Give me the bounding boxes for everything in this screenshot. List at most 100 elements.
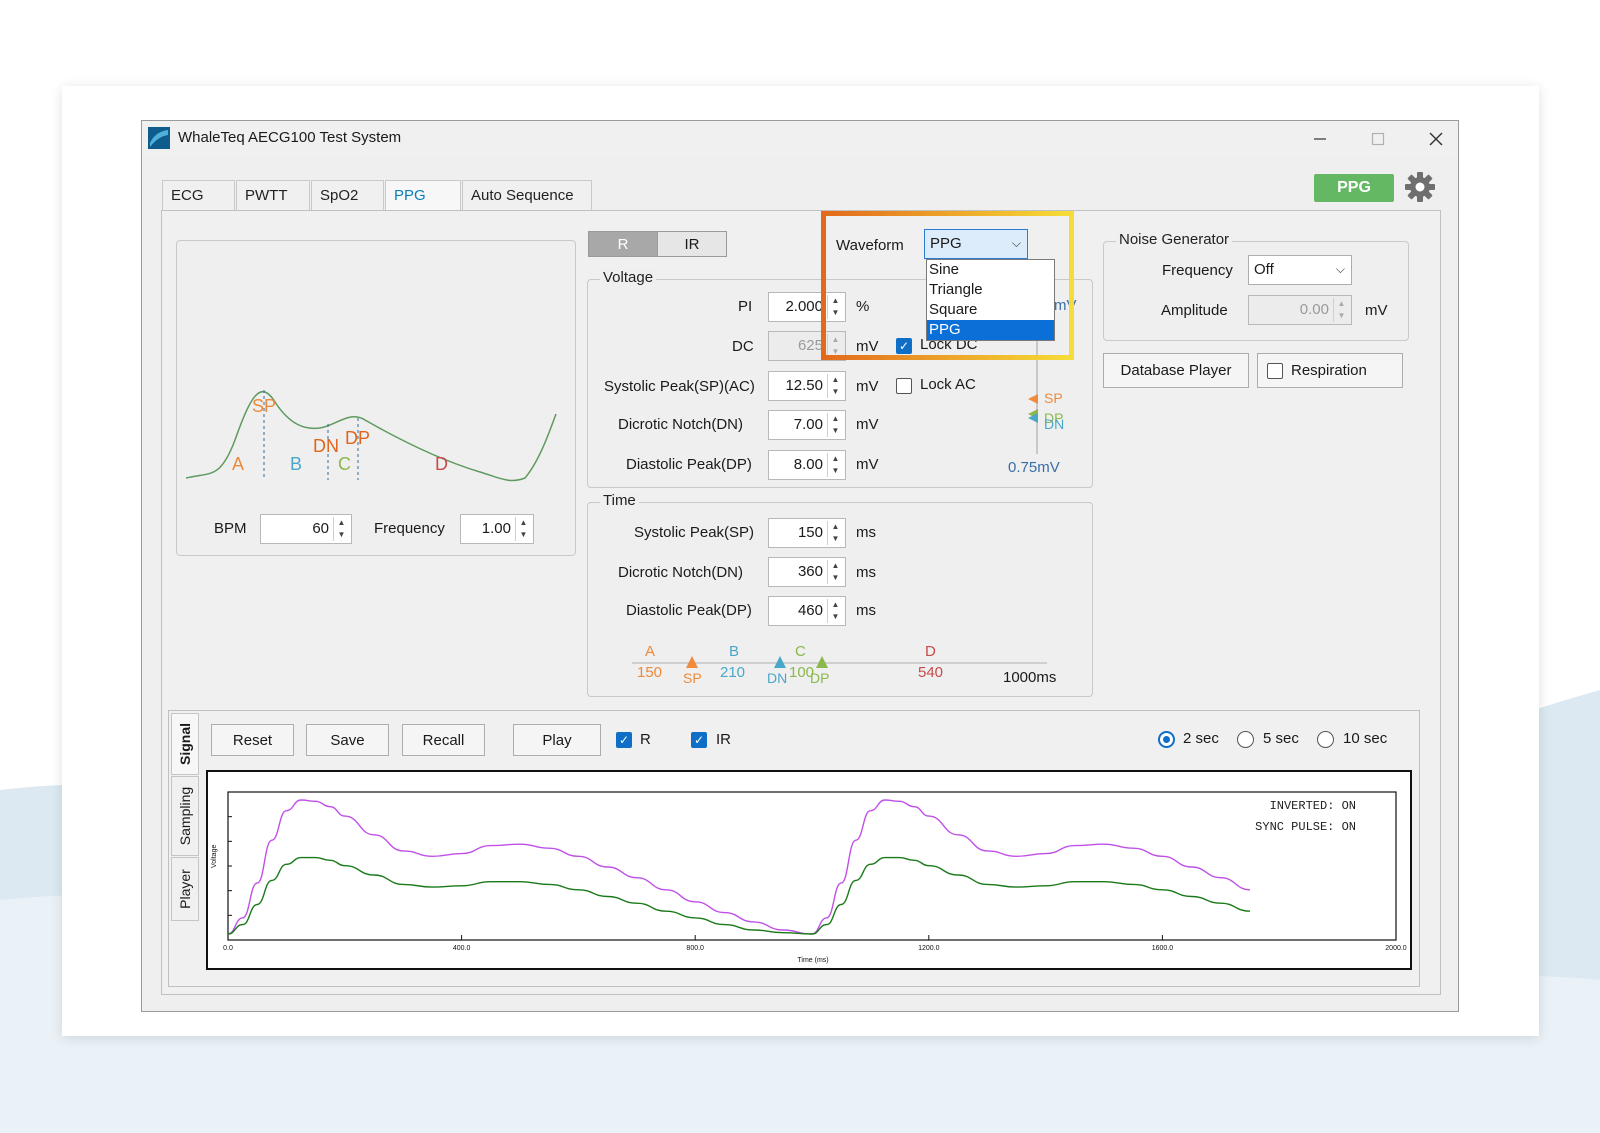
pi-spinbox[interactable]: 2.000 ▲ ▼ bbox=[768, 292, 846, 322]
channel-r-toggle[interactable]: R bbox=[588, 231, 658, 257]
frequency-spinbox[interactable]: 1.00 ▲ ▼ bbox=[460, 514, 534, 544]
noise-amplitude-label: Amplitude bbox=[1161, 302, 1228, 319]
noise-generator-title: Noise Generator bbox=[1116, 231, 1233, 248]
dp-time-spinbox[interactable]: 460 ▲ ▼ bbox=[768, 596, 846, 626]
r-channel-checkbox[interactable]: ✓ bbox=[616, 732, 632, 748]
frequency-stepper[interactable]: ▲ ▼ bbox=[515, 517, 531, 541]
dp-time-unit: ms bbox=[856, 602, 876, 619]
whaleteq-logo-icon bbox=[148, 127, 170, 149]
dp-voltage-value: 8.00 bbox=[793, 456, 823, 473]
noise-amplitude-spinbox[interactable]: 0.00 ▲ ▼ bbox=[1248, 295, 1352, 325]
dc-stepper[interactable]: ▲ ▼ bbox=[827, 334, 843, 358]
reset-label: Reset bbox=[232, 731, 273, 749]
bpm-spinbox[interactable]: 60 ▲ ▼ bbox=[260, 514, 352, 544]
ir-channel-checkbox[interactable]: ✓ bbox=[691, 732, 707, 748]
tab-ppg[interactable]: PPG bbox=[385, 180, 461, 210]
database-player-button[interactable]: Database Player bbox=[1103, 353, 1249, 388]
noise-frequency-label: Frequency bbox=[1162, 262, 1233, 279]
timeline-a-value: 150 bbox=[637, 664, 663, 681]
window-title: WhaleTeq AECG100 Test System bbox=[178, 129, 402, 146]
dp-voltage-unit: mV bbox=[856, 456, 879, 473]
dp-time-stepper[interactable]: ▲ ▼ bbox=[827, 599, 843, 623]
sync-pulse-status: SYNC PULSE: ON bbox=[1255, 820, 1356, 834]
vtab-player[interactable]: Player bbox=[171, 857, 199, 921]
noise-frequency-select[interactable]: Off ⌵ bbox=[1248, 255, 1352, 285]
tab-ecg[interactable]: ECG bbox=[162, 180, 235, 210]
duration-5sec-radio[interactable] bbox=[1237, 731, 1254, 748]
maximize-button[interactable] bbox=[1358, 125, 1398, 153]
sp-ac-stepper[interactable]: ▲ ▼ bbox=[827, 374, 843, 398]
vtab-sampling-label: Sampling bbox=[177, 786, 193, 846]
recall-label: Recall bbox=[422, 731, 465, 749]
bpm-label: BPM bbox=[214, 520, 247, 537]
waveform-option-sine[interactable]: Sine bbox=[927, 260, 1054, 280]
close-button[interactable] bbox=[1416, 125, 1456, 153]
x-tick-label: 0.0 bbox=[223, 945, 233, 952]
bpm-stepper[interactable]: ▲ ▼ bbox=[333, 517, 349, 541]
vtab-player-label: Player bbox=[177, 869, 193, 909]
voltage-scale-top: mV bbox=[1054, 297, 1077, 314]
x-tick-label: 2000.0 bbox=[1385, 945, 1407, 952]
dc-spinbox[interactable]: 625 ▲ ▼ bbox=[768, 331, 846, 361]
channel-r-label: R bbox=[617, 235, 629, 253]
time-title: Time bbox=[600, 492, 639, 509]
dn-voltage-label: Dicrotic Notch(DN) bbox=[618, 416, 744, 433]
lock-dc-checkbox[interactable]: ✓ bbox=[896, 338, 912, 354]
preview-segment-b: B bbox=[290, 454, 303, 474]
play-label: Play bbox=[542, 731, 572, 749]
voltage-scale-value: 0.75mV bbox=[1008, 459, 1060, 476]
voltage-scale-markers bbox=[1028, 394, 1038, 423]
preview-sp-marker: SP bbox=[252, 396, 277, 416]
sp-ac-spinbox[interactable]: 12.50 ▲ ▼ bbox=[768, 371, 846, 401]
dp-time-value: 460 bbox=[797, 602, 823, 619]
x-tick-label: 1600.0 bbox=[1152, 945, 1174, 952]
waveform-selected-value: PPG bbox=[930, 235, 962, 252]
pi-stepper[interactable]: ▲ ▼ bbox=[827, 295, 843, 319]
dn-time-spinbox[interactable]: 360 ▲ ▼ bbox=[768, 557, 846, 587]
save-button[interactable]: Save bbox=[306, 724, 389, 756]
dn-voltage-stepper[interactable]: ▲ ▼ bbox=[827, 413, 843, 437]
tab-auto-sequence-label: Auto Sequence bbox=[471, 187, 574, 204]
duration-2sec-radio[interactable] bbox=[1158, 731, 1175, 748]
tab-auto-sequence[interactable]: Auto Sequence bbox=[462, 180, 592, 210]
waveform-option-square[interactable]: Square bbox=[927, 300, 1054, 320]
sp-time-spinbox[interactable]: 150 ▲ ▼ bbox=[768, 518, 846, 548]
lock-ac-checkbox[interactable] bbox=[896, 378, 912, 394]
chevron-down-icon: ⌵ bbox=[1011, 236, 1021, 250]
respiration-toggle[interactable]: Respiration bbox=[1257, 353, 1403, 388]
noise-amplitude-unit: mV bbox=[1365, 302, 1388, 319]
sp-time-unit: ms bbox=[856, 524, 876, 541]
duration-10sec-radio[interactable] bbox=[1317, 731, 1334, 748]
dp-voltage-stepper[interactable]: ▲ ▼ bbox=[827, 453, 843, 477]
respiration-checkbox[interactable] bbox=[1267, 362, 1283, 379]
dp-voltage-spinbox[interactable]: 8.00 ▲ ▼ bbox=[768, 450, 846, 480]
sp-time-stepper[interactable]: ▲ ▼ bbox=[827, 521, 843, 545]
dn-time-stepper[interactable]: ▲ ▼ bbox=[827, 560, 843, 584]
close-icon bbox=[1429, 132, 1443, 146]
recall-button[interactable]: Recall bbox=[402, 724, 485, 756]
channel-ir-toggle[interactable]: IR bbox=[657, 231, 727, 257]
reset-button[interactable]: Reset bbox=[211, 724, 294, 756]
waveform-select[interactable]: PPG ⌵ bbox=[924, 229, 1028, 259]
mode-badge: PPG bbox=[1314, 174, 1394, 202]
dn-voltage-spinbox[interactable]: 7.00 ▲ ▼ bbox=[768, 410, 846, 440]
waveform-option-triangle[interactable]: Triangle bbox=[927, 280, 1054, 300]
pi-label: PI bbox=[738, 298, 753, 315]
channel-ir-label: IR bbox=[684, 235, 700, 253]
tab-spo2[interactable]: SpO2 bbox=[311, 180, 384, 210]
plot-area bbox=[227, 791, 1397, 941]
minimize-button[interactable] bbox=[1300, 125, 1340, 153]
dc-unit: mV bbox=[856, 338, 879, 355]
frequency-value: 1.00 bbox=[481, 520, 511, 537]
sp-ac-unit: mV bbox=[856, 378, 879, 395]
settings-gear-icon[interactable] bbox=[1404, 171, 1436, 203]
noise-amplitude-stepper[interactable]: ▲ ▼ bbox=[1333, 298, 1349, 322]
vtab-signal[interactable]: Signal bbox=[171, 713, 199, 775]
tab-pwtt-label: PWTT bbox=[245, 187, 288, 204]
tab-spo2-label: SpO2 bbox=[320, 187, 359, 204]
vtab-sampling[interactable]: Sampling bbox=[171, 776, 199, 856]
duration-10sec-label: 10 sec bbox=[1343, 730, 1388, 747]
play-button[interactable]: Play bbox=[513, 724, 601, 756]
waveform-option-ppg[interactable]: PPG bbox=[927, 320, 1054, 340]
tab-pwtt[interactable]: PWTT bbox=[236, 180, 310, 210]
